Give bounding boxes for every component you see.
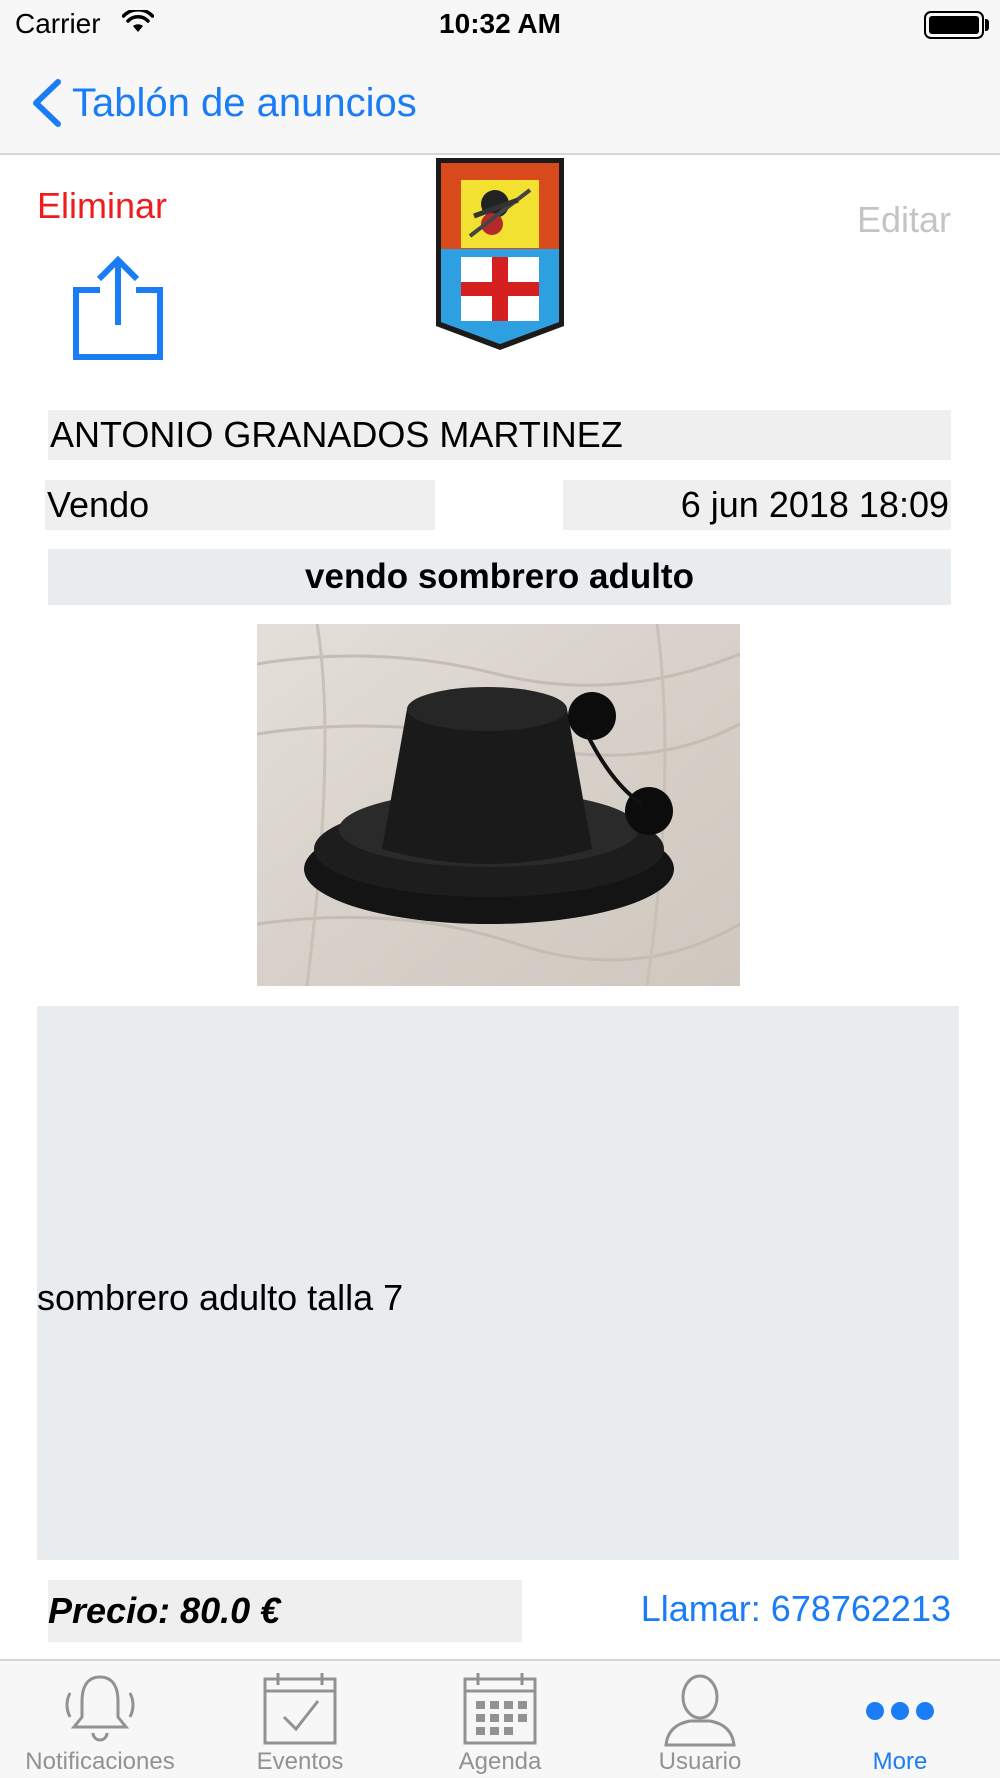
- ad-title: vendo sombrero adulto: [48, 549, 951, 605]
- battery-icon: [924, 11, 984, 39]
- ad-type: Vendo: [45, 480, 435, 530]
- tab-notificaciones[interactable]: Notificaciones: [0, 1661, 200, 1778]
- call-button[interactable]: Llamar: 678762213: [641, 1588, 951, 1630]
- crest-logo: [436, 158, 564, 350]
- author-name: ANTONIO GRANADOS MARTINEZ: [48, 410, 951, 460]
- tab-usuario[interactable]: Usuario: [600, 1661, 800, 1778]
- ad-photo[interactable]: [257, 624, 740, 986]
- edit-button[interactable]: Editar: [857, 199, 951, 241]
- status-bar: Carrier 10:32 AM: [0, 0, 1000, 50]
- calendar-check-icon: [263, 1673, 337, 1745]
- battery-tip: [985, 19, 989, 31]
- description-text: sombrero adulto talla 7: [37, 1277, 404, 1318]
- bell-icon: [65, 1675, 135, 1742]
- navigation-bar: Tablón de anuncios: [0, 50, 1000, 155]
- description-box: sombrero adulto talla 7: [37, 1006, 959, 1560]
- chevron-left-icon: [33, 79, 61, 127]
- tab-label: Eventos: [256, 1748, 344, 1775]
- back-button[interactable]: Tablón de anuncios: [28, 76, 417, 130]
- tab-bar: Notificaciones Eventos Agenda Usuario Mo…: [0, 1659, 1000, 1778]
- back-button-label: Tablón de anuncios: [72, 81, 417, 125]
- price-label: Precio: 80.0 €: [48, 1580, 522, 1642]
- tab-agenda[interactable]: Agenda: [400, 1661, 600, 1778]
- ad-date: 6 jun 2018 18:09: [563, 480, 951, 530]
- tab-label: Agenda: [458, 1748, 542, 1775]
- more-icon: [866, 1702, 934, 1720]
- tab-label: Notificaciones: [25, 1748, 175, 1775]
- calendar-grid-icon: [463, 1673, 537, 1745]
- tab-label: More: [872, 1748, 928, 1775]
- delete-button[interactable]: Eliminar: [37, 185, 167, 227]
- clock: 10:32 AM: [439, 8, 561, 39]
- user-icon: [664, 1674, 736, 1747]
- tab-eventos[interactable]: Eventos: [200, 1661, 400, 1778]
- share-icon[interactable]: [72, 255, 164, 361]
- tab-more[interactable]: More: [800, 1661, 1000, 1778]
- tab-label: Usuario: [658, 1748, 742, 1775]
